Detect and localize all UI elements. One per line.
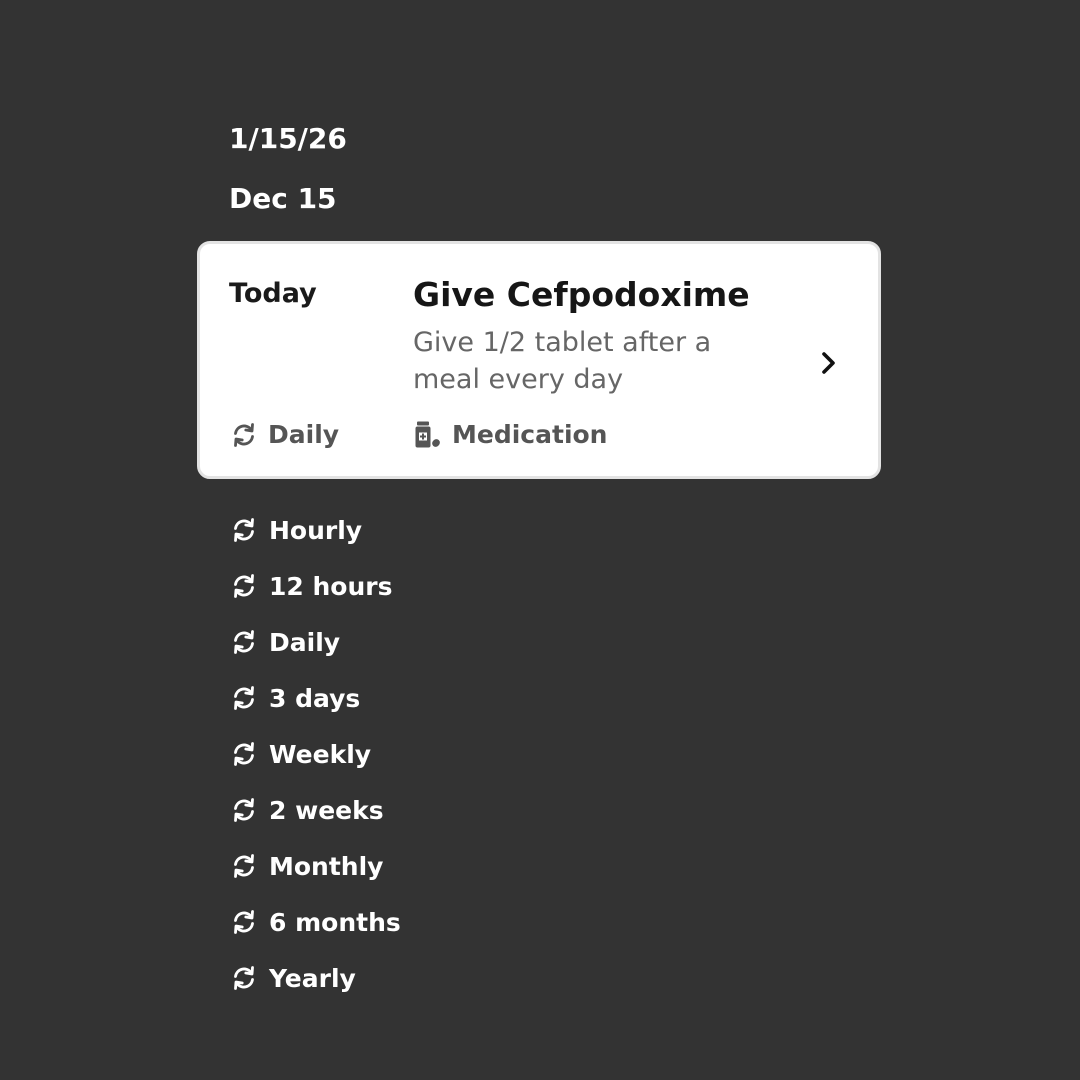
- frequency-option-daily[interactable]: Daily: [230, 614, 401, 670]
- frequency-option-label: Hourly: [269, 515, 363, 545]
- task-type: Medication: [414, 419, 607, 451]
- task-frequency-label: Daily: [268, 420, 340, 449]
- page: 1/15/26 Dec 15 Today Give Cefpodoxime Gi…: [0, 0, 1080, 1080]
- date-primary: 1/15/26: [229, 122, 347, 155]
- repeat-icon: [230, 421, 258, 449]
- frequency-option-label: Daily: [269, 627, 341, 657]
- frequency-option-3-days[interactable]: 3 days: [230, 670, 401, 726]
- frequency-option-weekly[interactable]: Weekly: [230, 726, 401, 782]
- medication-task-card[interactable]: Today Give Cefpodoxime Give 1/2 tablet a…: [197, 241, 881, 479]
- task-due-label: Today: [229, 278, 317, 309]
- medication-icon: [414, 420, 442, 450]
- repeat-icon: [230, 684, 258, 712]
- frequency-option-label: 6 months: [269, 907, 401, 937]
- frequency-option-12-hours[interactable]: 12 hours: [230, 558, 401, 614]
- repeat-icon: [230, 908, 258, 936]
- repeat-icon: [230, 852, 258, 880]
- repeat-icon: [230, 740, 258, 768]
- repeat-icon: [230, 796, 258, 824]
- frequency-option-6-months[interactable]: 6 months: [230, 894, 401, 950]
- frequency-list: Hourly 12 hours Daily 3 days Weekly 2 we…: [230, 502, 401, 1006]
- repeat-icon: [230, 628, 258, 656]
- frequency-option-hourly[interactable]: Hourly: [230, 502, 401, 558]
- task-description: Give 1/2 tablet after a meal every day: [413, 327, 712, 395]
- frequency-option-label: Yearly: [269, 963, 356, 993]
- frequency-option-yearly[interactable]: Yearly: [230, 950, 401, 1006]
- frequency-option-label: 12 hours: [269, 571, 393, 601]
- chevron-right-icon[interactable]: [814, 345, 844, 381]
- task-type-label: Medication: [452, 420, 608, 449]
- frequency-option-monthly[interactable]: Monthly: [230, 838, 401, 894]
- date-secondary: Dec 15: [229, 182, 337, 215]
- repeat-icon: [230, 964, 258, 992]
- frequency-option-label: 3 days: [269, 683, 361, 713]
- frequency-option-label: 2 weeks: [269, 795, 384, 825]
- repeat-icon: [230, 516, 258, 544]
- task-title: Give Cefpodoxime: [413, 275, 750, 314]
- frequency-option-label: Monthly: [269, 851, 384, 881]
- frequency-option-2-weeks[interactable]: 2 weeks: [230, 782, 401, 838]
- task-frequency: Daily: [230, 419, 339, 451]
- repeat-icon: [230, 572, 258, 600]
- frequency-option-label: Weekly: [269, 739, 372, 769]
